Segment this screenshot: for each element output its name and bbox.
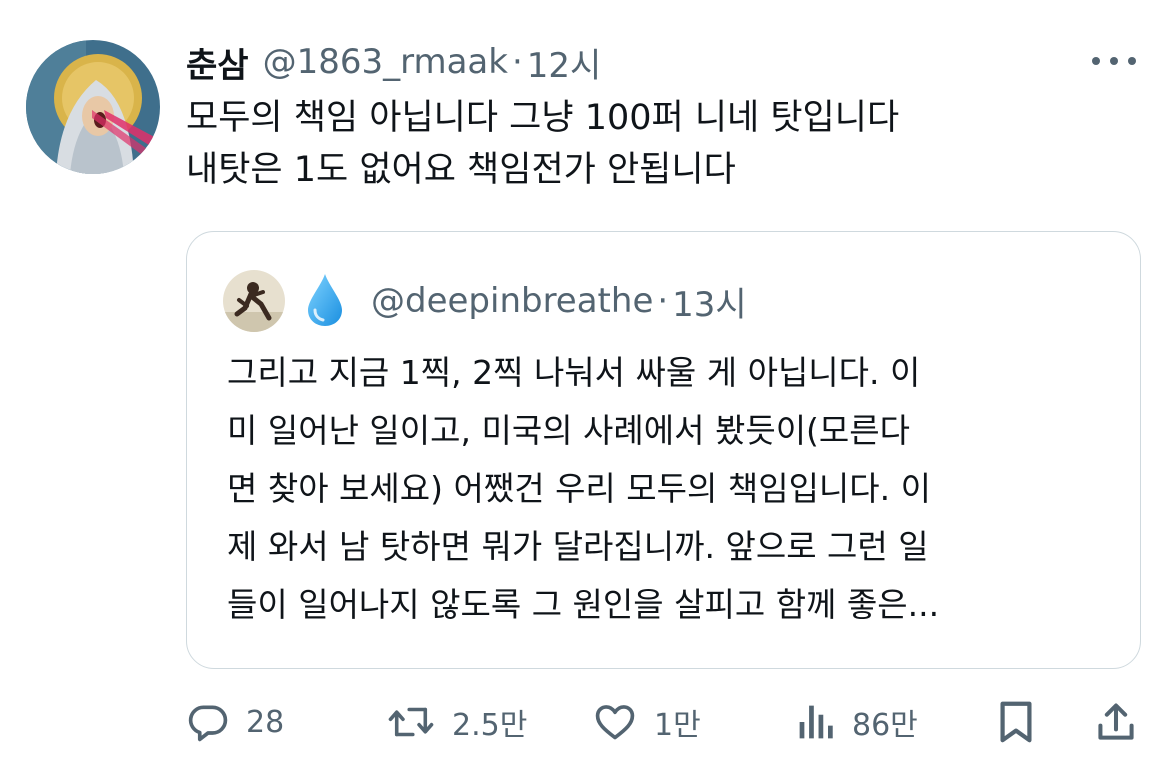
author-avatar[interactable] [26, 40, 160, 174]
retweet-icon [388, 707, 434, 737]
quote-text-line: 미 일어난 일이고, 미국의 사례에서 봤듯이(모른다 [227, 411, 911, 450]
quote-text: 그리고 지금 1찍, 2찍 나눠서 싸울 게 아닙니다. 이 미 일어난 일이고… [227, 344, 1107, 634]
heart-icon [595, 705, 635, 740]
separator-dot: · [511, 42, 523, 82]
views-button[interactable]: 86만 [796, 694, 918, 750]
quote-author-handle[interactable]: @deepinbreathe [371, 281, 653, 321]
reply-button[interactable]: 28 [186, 694, 284, 750]
tweet-text-line: 내탓은 1도 없어요 책임전가 안됩니다 [186, 150, 736, 190]
quote-text-line: 그리고 지금 1찍, 2찍 나눠서 싸울 게 아닙니다. 이 [227, 353, 921, 392]
tweet-card[interactable]: 춘삼 @1863_rmaak · 12시 모두의 책임 아닙니다 그냥 100퍼… [0, 0, 1170, 762]
reply-icon [188, 705, 228, 742]
like-count: 1만 [654, 708, 701, 743]
author-handle[interactable]: @1863_rmaak [263, 42, 508, 82]
action-bar: 28 2.5만 1만 86만 [186, 694, 1138, 750]
more-dots-icon[interactable] [1092, 46, 1136, 76]
retweet-button[interactable]: 2.5만 [386, 694, 527, 750]
bookmark-icon [1000, 701, 1032, 743]
views-count: 86만 [852, 708, 918, 743]
more-dot [1128, 57, 1136, 65]
separator-dot: · [657, 281, 669, 321]
tweet-text-line: 모두의 책임 아닙니다 그냥 100퍼 니네 탓입니다 [186, 98, 900, 138]
quote-author-avatar[interactable] [223, 270, 285, 332]
quote-timestamp[interactable]: 13시 [672, 277, 747, 326]
quote-text-line: 제 와서 남 탓하면 뭐가 달라집니까. 앞으로 그런 일 [227, 527, 929, 566]
quoted-tweet[interactable]: @deepinbreathe · 13시 그리고 지금 1찍, 2찍 나눠서 싸… [186, 231, 1141, 669]
author-name[interactable]: 춘삼 [186, 38, 249, 87]
tweet-header: 춘삼 @1863_rmaak · 12시 [186, 36, 601, 88]
like-button[interactable]: 1만 [592, 694, 701, 750]
retweet-count: 2.5만 [452, 708, 528, 743]
tweet-text: 모두의 책임 아닙니다 그냥 100퍼 니네 탓입니다 내탓은 1도 없어요 책… [186, 92, 1126, 196]
quote-header: @deepinbreathe · 13시 [371, 276, 747, 326]
share-button[interactable] [1094, 694, 1138, 750]
views-icon [799, 705, 833, 739]
more-dot [1110, 57, 1118, 65]
share-icon [1098, 703, 1134, 740]
quote-text-line: 들이 일어나지 않도록 그 원인을 살피고 함께 좋은... [227, 585, 940, 624]
reply-count: 28 [246, 704, 285, 740]
quote-text-line: 면 찾아 보세요) 어쨌건 우리 모두의 책임입니다. 이 [227, 469, 931, 508]
bookmark-button[interactable] [996, 694, 1036, 750]
more-dot [1092, 57, 1100, 65]
droplet-icon [305, 272, 345, 328]
tweet-timestamp[interactable]: 12시 [527, 38, 602, 87]
